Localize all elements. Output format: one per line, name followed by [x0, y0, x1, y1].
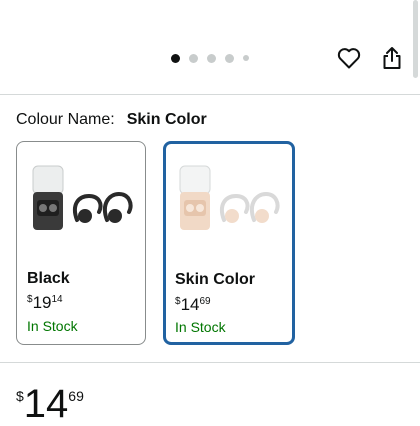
colour-value: Skin Color — [126, 111, 207, 128]
colour-label: Colour Name: — [16, 111, 115, 128]
product-image-area[interactable] — [0, 0, 420, 92]
scrollbar[interactable] — [413, 0, 418, 78]
carousel-dot — [171, 53, 180, 63]
option-price: $1469 — [175, 295, 211, 314]
option-price: $1914 — [27, 293, 63, 312]
divider — [0, 362, 420, 363]
price-currency: $ — [16, 388, 24, 404]
carousel-dot — [243, 55, 249, 61]
product-thumbnail-black — [32, 165, 133, 230]
price-fraction: 69 — [68, 388, 84, 404]
share-icon[interactable] — [378, 44, 406, 72]
stock-status: In Stock — [27, 318, 78, 334]
colour-name-row: Colour Name: Skin Color — [16, 111, 207, 129]
heart-icon[interactable] — [335, 44, 363, 72]
carousel-indicator — [171, 52, 249, 64]
carousel-dot — [207, 53, 216, 63]
divider — [0, 94, 420, 95]
stock-status: In Stock — [175, 319, 226, 335]
product-thumbnail-skin — [179, 165, 280, 230]
color-option-black[interactable]: Black $1914 In Stock — [16, 141, 146, 345]
product-price: $ 14 69 — [16, 384, 84, 424]
option-name: Skin Color — [175, 271, 256, 288]
option-name: Black — [27, 270, 70, 287]
carousel-dot — [225, 53, 234, 63]
price-whole: 14 — [23, 382, 69, 426]
color-option-skin[interactable]: Skin Color $1469 In Stock — [163, 141, 295, 345]
carousel-dot — [189, 53, 198, 63]
